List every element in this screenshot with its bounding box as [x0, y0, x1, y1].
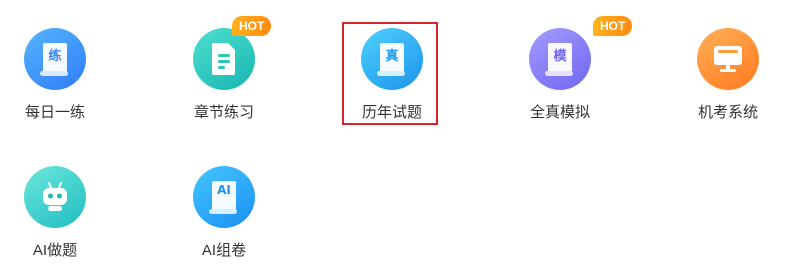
hot-badge: HOT — [593, 16, 633, 36]
feature-ai-paper[interactable]: AI AI组卷 — [169, 142, 279, 259]
feature-label: 全真模拟 — [529, 104, 590, 121]
feature-label: 机考系统 — [697, 104, 758, 121]
feature-label: AI组卷 — [201, 242, 247, 259]
practice-book-icon: 练 — [24, 28, 86, 90]
feature-label: 每日一练 — [24, 104, 85, 121]
feature-daily-practice[interactable]: 练 每日一练 — [0, 4, 110, 121]
feature-label: AI做题 — [32, 242, 78, 259]
hot-badge: HOT — [232, 16, 272, 36]
feature-mock-exam[interactable]: 模 HOT 全真模拟 — [505, 4, 633, 121]
selection-highlight — [342, 22, 438, 125]
chapter-document-icon — [193, 28, 255, 90]
feature-label: 章节练习 — [193, 104, 254, 121]
robot-icon — [24, 166, 86, 228]
feature-ai-questions[interactable]: AI做题 — [0, 142, 110, 259]
feature-computer-exam[interactable]: 机考系统 — [673, 4, 783, 121]
mock-exam-book-icon: 模 — [529, 28, 591, 90]
computer-monitor-icon — [697, 28, 759, 90]
ai-paper-book-icon: AI — [193, 166, 255, 228]
feature-chapter-practice[interactable]: HOT 章节练习 — [169, 4, 279, 121]
